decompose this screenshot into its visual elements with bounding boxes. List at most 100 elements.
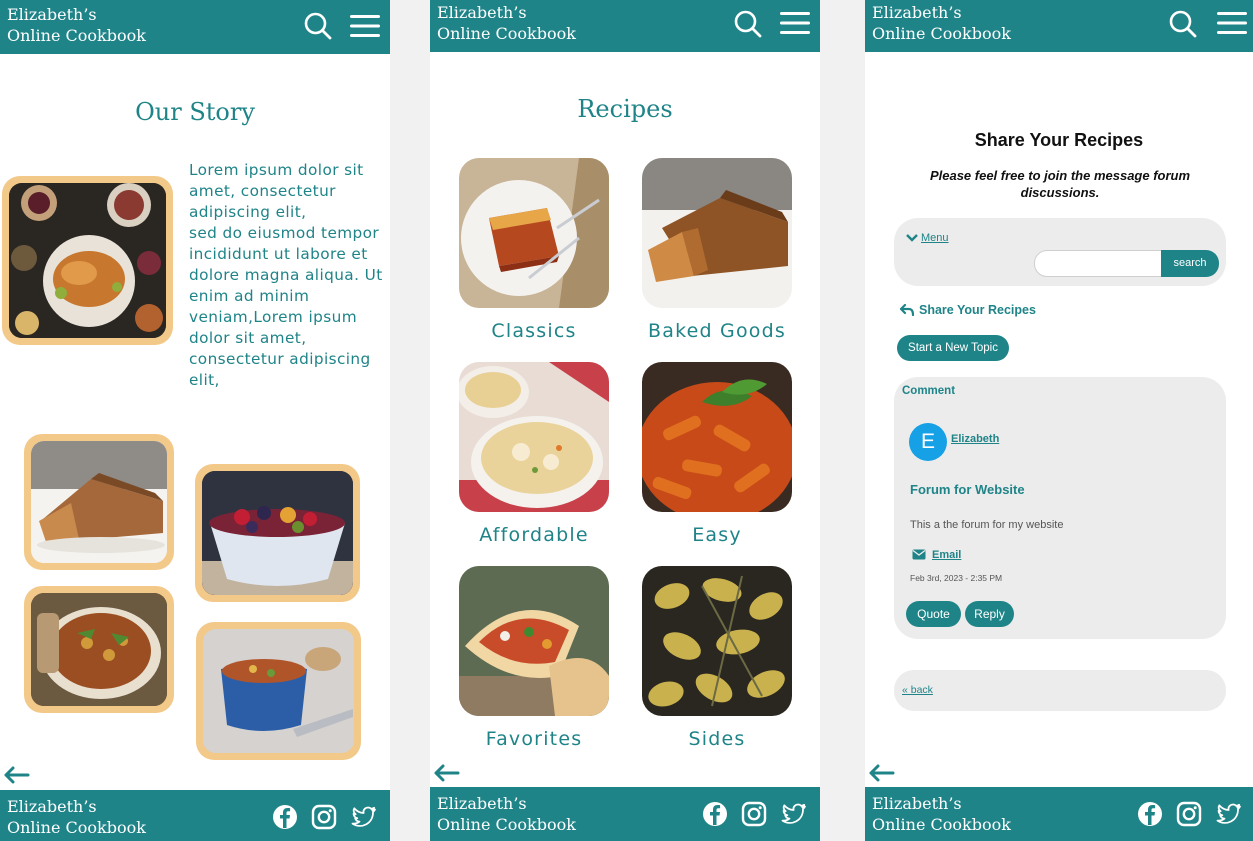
header-bar: Elizabeth’s Online Cookbook (0, 0, 390, 54)
site-title[interactable]: Elizabeth’s Online Cookbook (7, 4, 146, 46)
lasagna-photo (459, 158, 609, 308)
search-icon[interactable] (1169, 10, 1197, 38)
our-story-screen: Elizabeth’s Online Cookbook Our Story Lo… (0, 0, 390, 841)
pumpkin-bread-photo (642, 158, 792, 308)
back-arrow-icon[interactable] (867, 763, 895, 783)
tacos-photo (459, 566, 609, 716)
twitter-icon[interactable] (781, 801, 807, 827)
chickpea-bowl-photo (31, 593, 167, 706)
start-new-topic-button[interactable]: Start a New Topic (897, 335, 1009, 361)
facebook-icon[interactable] (702, 801, 728, 827)
chevron-down-icon (906, 234, 918, 242)
footer-title-line-2: Online Cookbook (437, 815, 576, 834)
site-title-line-1: Elizabeth’s (7, 5, 97, 24)
envelope-icon (912, 549, 926, 560)
category-sides[interactable]: Sides (642, 566, 792, 750)
hamburger-menu-icon[interactable] (1216, 10, 1248, 36)
instagram-icon[interactable] (741, 801, 767, 827)
story-line: elit, (189, 371, 220, 389)
gallery-photo-frame (24, 434, 174, 570)
instagram-icon[interactable] (311, 804, 337, 830)
site-title[interactable]: Elizabeth’s Online Cookbook (437, 2, 576, 44)
page-title: Recipes (577, 95, 673, 123)
feast-table-photo (9, 183, 166, 338)
footer-site-title[interactable]: Elizabeth’s Online Cookbook (437, 793, 576, 835)
forum-search-button[interactable]: search (1161, 250, 1219, 277)
gallery-photo-frame (24, 586, 174, 713)
email-link[interactable]: Email (932, 549, 961, 561)
penne-pasta-photo (642, 362, 792, 512)
story-line: amet, consectetur (189, 182, 336, 200)
avatar[interactable]: E (909, 423, 947, 461)
footer-title-line-1: Elizabeth’s (437, 794, 527, 813)
category-label: Affordable (479, 524, 589, 546)
forum-search-input[interactable] (1034, 250, 1162, 277)
category-easy[interactable]: Easy (642, 362, 792, 546)
site-title-line-2: Online Cookbook (437, 24, 576, 43)
timestamp: Feb 3rd, 2023 - 2:35 PM (910, 573, 1003, 583)
recipes-screen: Elizabeth’s Online Cookbook Recipes Clas… (430, 0, 820, 841)
forum-subtitle: Please feel free to join the message for… (929, 168, 1191, 200)
back-link[interactable]: « back (902, 684, 933, 696)
fruit-bowl-photo (202, 471, 353, 595)
footer-bar: Elizabeth’s Online Cookbook (0, 790, 390, 841)
topic-title: Forum for Website (910, 482, 1025, 497)
story-line: Lorem ipsum dolor sit (189, 161, 364, 179)
story-text: Lorem ipsum dolor sit amet, consectetur … (189, 160, 384, 391)
header-bar: Elizabeth’s Online Cookbook (430, 0, 820, 52)
category-label: Classics (491, 320, 577, 342)
chicken-soup-photo (459, 362, 609, 512)
twitter-icon[interactable] (351, 804, 377, 830)
back-arrow-icon[interactable] (2, 765, 30, 785)
reply-arrow-icon (900, 304, 914, 316)
story-line: incididunt ut labore et (189, 245, 368, 263)
category-classics[interactable]: Classics (459, 158, 609, 342)
story-line: dolor sit amet, (189, 329, 307, 347)
footer-title-line-1: Elizabeth’s (7, 797, 97, 816)
site-title-line-1: Elizabeth’s (872, 3, 962, 22)
site-title[interactable]: Elizabeth’s Online Cookbook (872, 2, 1011, 44)
author-link[interactable]: Elizabeth (951, 433, 999, 445)
back-panel: « back (894, 670, 1226, 711)
footer-title-line-1: Elizabeth’s (872, 794, 962, 813)
comment-panel: Comment E Elizabeth Forum for Website Th… (894, 377, 1226, 639)
search-icon[interactable] (734, 10, 762, 38)
hamburger-menu-icon[interactable] (349, 13, 381, 39)
reply-button[interactable]: Reply (965, 601, 1014, 627)
story-line: dolore magna aliqua. Ut (189, 266, 383, 284)
footer-site-title[interactable]: Elizabeth’s Online Cookbook (7, 796, 146, 838)
category-label: Easy (692, 524, 742, 546)
pumpkin-bread-photo (31, 441, 167, 563)
comment-body: This a the forum for my website (910, 519, 1064, 531)
search-icon[interactable] (304, 12, 332, 40)
quote-button[interactable]: Quote (906, 601, 961, 627)
header-bar: Elizabeth’s Online Cookbook (865, 0, 1253, 52)
forum-screen: Elizabeth’s Online Cookbook Share Your R… (865, 0, 1253, 841)
story-photo-frame (2, 176, 173, 345)
page-title: Our Story (135, 98, 255, 126)
comment-label: Comment (902, 385, 956, 397)
twitter-icon[interactable] (1216, 801, 1242, 827)
footer-title-line-2: Online Cookbook (7, 818, 146, 837)
hamburger-menu-icon[interactable] (779, 10, 811, 36)
category-baked-goods[interactable]: Baked Goods (642, 158, 792, 342)
category-label: Sides (688, 728, 746, 750)
category-favorites[interactable]: Favorites (459, 566, 609, 750)
site-title-line-2: Online Cookbook (872, 24, 1011, 43)
forum-title: Share Your Recipes (974, 130, 1144, 150)
instagram-icon[interactable] (1176, 801, 1202, 827)
footer-title-line-2: Online Cookbook (872, 815, 1011, 834)
story-line: adipiscing elit, (189, 203, 307, 221)
story-line: enim ad minim (189, 287, 310, 305)
footer-bar: Elizabeth’s Online Cookbook (430, 787, 820, 841)
category-affordable[interactable]: Affordable (459, 362, 609, 546)
facebook-icon[interactable] (1137, 801, 1163, 827)
footer-site-title[interactable]: Elizabeth’s Online Cookbook (872, 793, 1011, 835)
breadcrumb-share-recipes[interactable]: Share Your Recipes (919, 303, 1036, 317)
facebook-icon[interactable] (272, 804, 298, 830)
menu-link[interactable]: Menu (921, 232, 949, 244)
site-title-line-1: Elizabeth’s (437, 3, 527, 22)
back-arrow-icon[interactable] (432, 763, 460, 783)
category-label: Favorites (485, 728, 583, 750)
story-line: veniam,Lorem ipsum (189, 308, 358, 326)
